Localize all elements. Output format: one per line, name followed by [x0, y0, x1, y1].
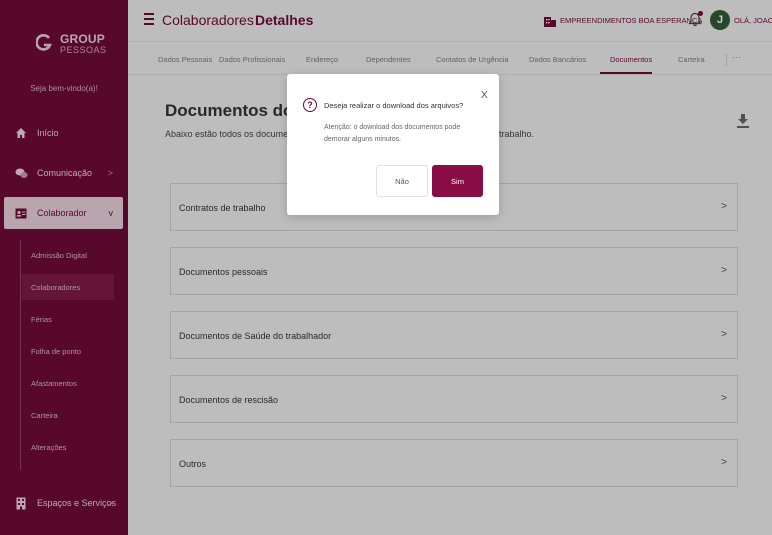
dialog-message: Atenção: o download dos documentos pode … — [324, 124, 461, 143]
download-confirm-dialog: ? Deseja realizar o download dos arquivo… — [287, 74, 499, 215]
dialog-title: Deseja realizar o download dos arquivos? — [324, 101, 464, 110]
yes-button[interactable]: Sim — [432, 165, 483, 197]
no-button[interactable]: Não — [376, 165, 428, 197]
close-icon[interactable]: X — [481, 90, 488, 101]
question-icon: ? — [303, 98, 317, 112]
